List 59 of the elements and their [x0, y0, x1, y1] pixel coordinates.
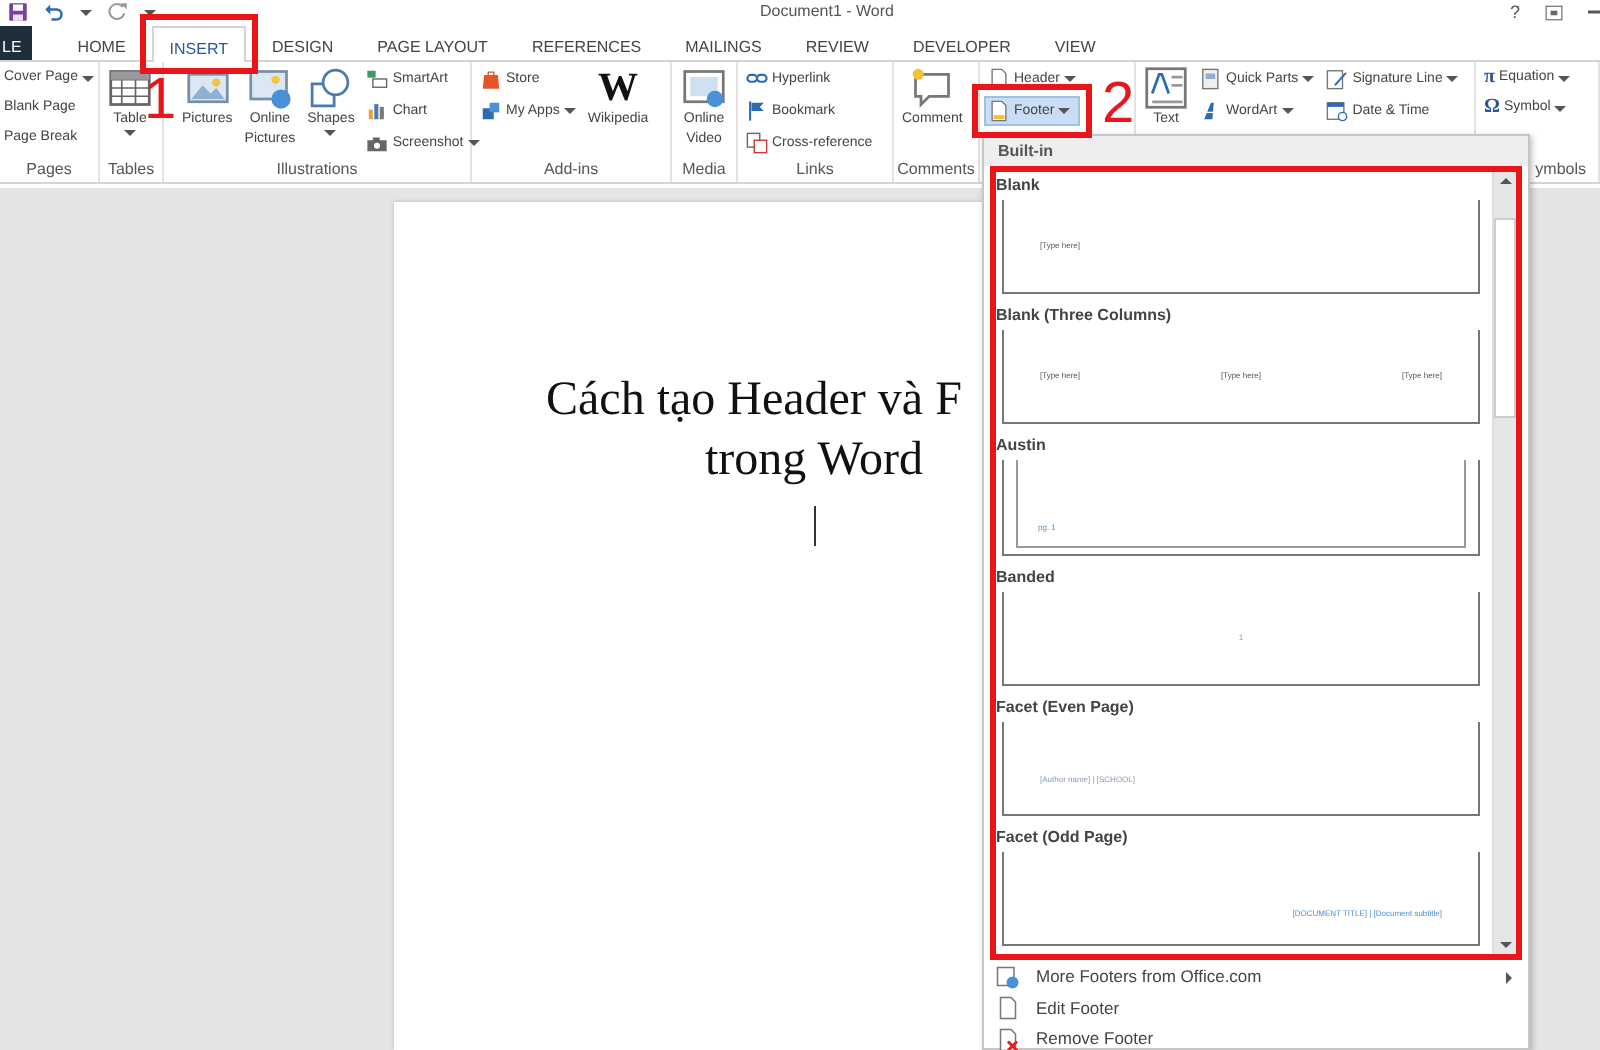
ribbon-tab[interactable]: PAGE LAYOUT	[359, 26, 506, 60]
pi-icon: π	[1484, 68, 1495, 88]
group-label: ymbols	[1533, 158, 1588, 182]
smartart-icon	[366, 68, 389, 90]
menu-item[interactable]: More Footers from Office.com	[984, 962, 1528, 993]
group-label: Illustrations	[274, 158, 360, 182]
save-icon	[8, 2, 28, 22]
group-label: Comments	[895, 158, 977, 182]
globe-page-icon	[996, 965, 1020, 990]
text-cursor	[814, 506, 816, 546]
cross-reference-icon	[746, 132, 768, 154]
undo-icon	[44, 2, 64, 22]
help-button[interactable]: ?	[1509, 2, 1520, 22]
gallery-item-title: Facet (Even Page)	[996, 697, 1136, 720]
gallery-item-title: Facet (Odd Page)	[996, 827, 1130, 850]
ribbon-tab[interactable]: DEVELOPER	[894, 26, 1029, 60]
ribbon-tab[interactable]: MAILINGS	[667, 26, 780, 60]
online-picture-icon	[247, 66, 292, 110]
gallery-item-title: Banded	[996, 567, 1057, 590]
omega-icon: Ω	[1484, 98, 1501, 118]
apps-icon	[480, 100, 502, 122]
restore-icon	[1544, 3, 1564, 21]
ribbon-tab[interactable]: HOME	[59, 26, 144, 60]
ribbon-tab[interactable]: VIEW	[1036, 26, 1114, 60]
group-label: Tables	[105, 158, 157, 182]
annotation-number: 1	[144, 72, 177, 128]
camera-icon	[366, 132, 389, 154]
section-header: Built-in	[984, 136, 1528, 166]
redo-icon	[108, 2, 128, 22]
page-icon	[988, 68, 1010, 90]
caret-icon	[144, 9, 156, 15]
gallery-item-title: Blank (Three Columns)	[996, 306, 1174, 329]
group-label: Add-ins	[541, 158, 601, 182]
menu-item[interactable]: Remove Footer	[984, 1024, 1528, 1050]
group-label: Pages	[24, 158, 74, 182]
footer-page-icon	[988, 100, 1010, 122]
document-heading: Cách tạo Header và F	[546, 372, 962, 430]
ribbon-tab[interactable]: REVIEW	[787, 26, 887, 60]
gallery-item-title: Austin	[996, 436, 1048, 459]
gallery-item-title: Blank	[996, 176, 1042, 198]
flag-icon	[746, 100, 768, 122]
document-heading: trong Word	[705, 432, 923, 490]
group-label: Links	[794, 158, 836, 182]
page-icon	[996, 996, 1020, 1021]
caret-icon	[80, 9, 92, 15]
logo-icon: W	[598, 66, 639, 110]
menu-item[interactable]: Edit Footer	[984, 993, 1528, 1024]
window-title: Document1 - Word	[760, 0, 894, 24]
quick-parts-icon	[1200, 68, 1222, 90]
file-tab[interactable]: LE	[0, 26, 32, 60]
calendar-icon	[1326, 100, 1349, 122]
annotation-number: 2	[1102, 76, 1135, 132]
ribbon-tab[interactable]: REFERENCES	[513, 26, 660, 60]
shopping-bag-icon	[480, 68, 502, 90]
signature-icon	[1326, 68, 1349, 90]
chart-icon	[366, 100, 389, 122]
ribbon-tab[interactable]: DESIGN	[254, 26, 352, 60]
group-label: Media	[680, 158, 728, 182]
minimize-icon	[1588, 8, 1600, 16]
